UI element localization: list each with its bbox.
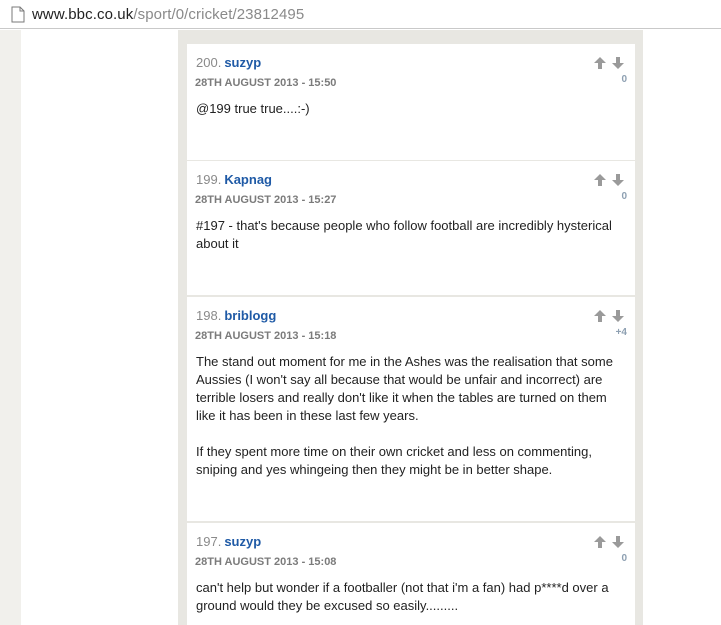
comment-body: #197 - that's because people who follow …: [196, 217, 628, 253]
vote-controls: [593, 173, 629, 187]
comment-number: 200.: [196, 55, 222, 70]
comment-timestamp: 28TH AUGUST 2013 - 15:50: [195, 77, 337, 89]
url-text[interactable]: www.bbc.co.uk/sport/0/cricket/23812495: [32, 6, 304, 23]
comment-body: can't help but wonder if a footballer (n…: [196, 579, 628, 615]
url-path: /sport/0/cricket/23812495: [133, 5, 305, 23]
arrow-down-icon[interactable]: [611, 535, 625, 549]
vote-controls: [593, 309, 629, 323]
comment-number: 199.: [196, 172, 222, 187]
comment-score: 0: [621, 191, 627, 202]
arrow-down-icon[interactable]: [611, 56, 625, 70]
comment-score: +4: [615, 327, 627, 338]
comment-paragraph: If they spent more time on their own cri…: [196, 444, 592, 477]
comment-username-link[interactable]: suzyp: [224, 534, 261, 549]
comment-number: 197.: [196, 534, 222, 549]
comment-username-link[interactable]: briblogg: [224, 308, 276, 323]
page-icon: [11, 6, 25, 22]
arrow-down-icon[interactable]: [611, 309, 625, 323]
comment-timestamp: 28TH AUGUST 2013 - 15:27: [195, 194, 337, 206]
comment-paragraph: @199 true true....:-): [196, 101, 310, 116]
comment-paragraph: The stand out moment for me in the Ashes…: [196, 354, 613, 423]
comment-score: 0: [621, 553, 627, 564]
comment-username-link[interactable]: Kapnag: [224, 172, 272, 187]
vote-controls: [593, 56, 629, 70]
comment-username-link[interactable]: suzyp: [224, 55, 261, 70]
comment-item: 199. Kapnag 28TH AUGUST 2013 - 15:27 0 #1…: [187, 161, 635, 295]
comment-header: 199. Kapnag: [196, 172, 272, 187]
comment-score: 0: [621, 74, 627, 85]
comment-header: 197. suzyp: [196, 534, 261, 549]
url-host: www.bbc.co.uk: [32, 5, 134, 23]
comment-body: @199 true true....:-): [196, 100, 628, 118]
comment-body: The stand out moment for me in the Ashes…: [196, 353, 628, 479]
page-content: 200. suzyp 28TH AUGUST 2013 - 15:50 0 @19…: [0, 30, 721, 625]
comment-paragraph: #197 - that's because people who follow …: [196, 218, 612, 251]
comment-item: 197. suzyp 28TH AUGUST 2013 - 15:08 0 can…: [187, 523, 635, 625]
arrow-up-icon[interactable]: [593, 309, 607, 323]
arrow-up-icon[interactable]: [593, 535, 607, 549]
comment-header: 198. briblogg: [196, 308, 276, 323]
vote-controls: [593, 535, 629, 549]
comment-timestamp: 28TH AUGUST 2013 - 15:18: [195, 330, 337, 342]
comment-number: 198.: [196, 308, 222, 323]
arrow-up-icon[interactable]: [593, 56, 607, 70]
arrow-up-icon[interactable]: [593, 173, 607, 187]
arrow-down-icon[interactable]: [611, 173, 625, 187]
left-margin-strip: [0, 30, 21, 625]
comment-item: 198. briblogg 28TH AUGUST 2013 - 15:18 +4…: [187, 297, 635, 521]
address-bar[interactable]: www.bbc.co.uk/sport/0/cricket/23812495: [0, 0, 721, 29]
comment-header: 200. suzyp: [196, 55, 261, 70]
comment-paragraph: can't help but wonder if a footballer (n…: [196, 580, 609, 613]
comment-item: 200. suzyp 28TH AUGUST 2013 - 15:50 0 @19…: [187, 44, 635, 160]
comment-timestamp: 28TH AUGUST 2013 - 15:08: [195, 556, 337, 568]
